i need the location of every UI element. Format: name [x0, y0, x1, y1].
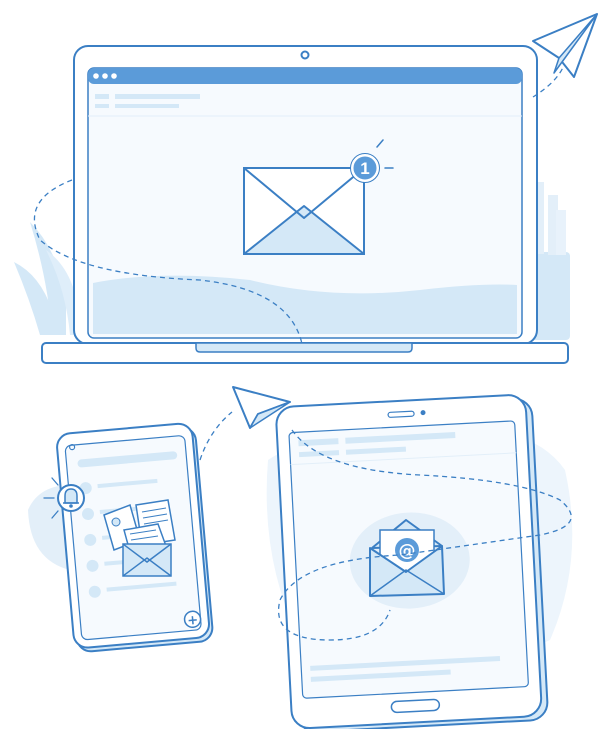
window-titlebar — [88, 68, 522, 84]
camera-icon — [300, 50, 310, 60]
text-line — [95, 104, 109, 108]
window-control-dot[interactable] — [111, 73, 117, 79]
text-line — [115, 94, 200, 99]
window-control-dot[interactable] — [102, 73, 108, 79]
pen — [556, 210, 566, 255]
tablet-speaker — [387, 410, 415, 418]
text-line — [95, 94, 109, 99]
paper-plane-icon — [532, 13, 598, 78]
bell-icon[interactable] — [57, 484, 85, 512]
spark-line — [51, 477, 59, 486]
home-button[interactable] — [390, 698, 441, 714]
notification-count: 1 — [360, 159, 369, 178]
open-envelope-at-icon[interactable]: @ — [369, 519, 445, 597]
laptop: 1 — [41, 45, 569, 364]
flight-path — [199, 411, 233, 461]
window-control-dot[interactable] — [93, 73, 99, 79]
text-line — [115, 104, 179, 108]
envelope-icon[interactable] — [243, 167, 365, 255]
plus-icon: + — [187, 613, 199, 629]
trackpad-notch — [195, 342, 413, 353]
notification-badge[interactable]: 1 — [350, 153, 380, 183]
at-symbol: @ — [399, 541, 416, 561]
illustration: 1 + @ — [14, 13, 598, 729]
